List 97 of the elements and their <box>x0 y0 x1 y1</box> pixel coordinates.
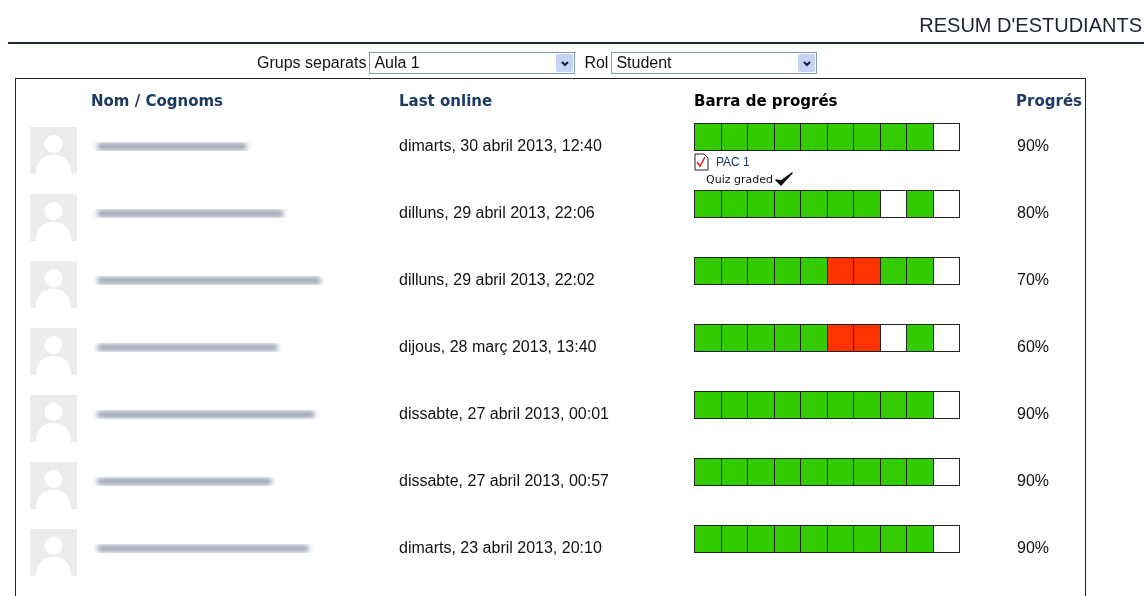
progress-segment[interactable] <box>773 391 801 419</box>
progress-segment[interactable] <box>800 525 828 553</box>
caret-icon <box>559 58 570 68</box>
progress-segment[interactable] <box>932 525 960 553</box>
progress-segment[interactable] <box>694 190 722 218</box>
progress-percent: 90% <box>1017 137 1049 154</box>
progress-segment[interactable] <box>932 458 960 486</box>
progress-percent: 60% <box>1017 338 1049 355</box>
progress-segment[interactable] <box>879 458 907 486</box>
progress-segment[interactable] <box>800 257 828 285</box>
progress-segment[interactable] <box>932 324 960 352</box>
progress-segment[interactable] <box>826 190 854 218</box>
progress-segment[interactable] <box>879 123 907 151</box>
progress-segment[interactable] <box>720 257 748 285</box>
progress-segment[interactable] <box>694 458 722 486</box>
progress-percent: 70% <box>1017 271 1049 288</box>
caret-icon <box>801 58 812 68</box>
progress-segment[interactable] <box>773 525 801 553</box>
activity-link[interactable]: PAC 1 <box>716 155 750 169</box>
progress-segment[interactable] <box>853 391 881 419</box>
progress-segment[interactable] <box>720 190 748 218</box>
progress-segment[interactable] <box>853 190 881 218</box>
progress-segment[interactable] <box>720 391 748 419</box>
progress-segment[interactable] <box>879 190 907 218</box>
progress-segment[interactable] <box>826 458 854 486</box>
progress-percent: 80% <box>1017 204 1049 221</box>
dropdown[interactable]: Aula 1 <box>369 52 576 74</box>
progress-segment[interactable] <box>906 257 934 285</box>
progress-segment[interactable] <box>694 257 722 285</box>
progress-percent: 90% <box>1017 405 1049 422</box>
progress-percent: 90% <box>1017 539 1049 556</box>
progress-segment[interactable] <box>879 257 907 285</box>
progress-segment[interactable] <box>932 391 960 419</box>
column-header-link[interactable]: Progrés <box>1016 92 1082 110</box>
last-online-date: dimarts, 23 abril 2013, 20:10 <box>399 539 602 556</box>
progress-segment[interactable] <box>747 391 775 419</box>
progress-segment[interactable] <box>906 458 934 486</box>
progress-segment[interactable] <box>773 123 801 151</box>
progress-segment[interactable] <box>747 190 775 218</box>
last-online-date: dimarts, 30 abril 2013, 12:40 <box>399 137 602 154</box>
dropdown[interactable]: Student <box>611 52 818 74</box>
last-online-date: dissabte, 27 abril 2013, 00:57 <box>399 472 609 489</box>
progress-segment[interactable] <box>800 324 828 352</box>
progress-segment[interactable] <box>879 324 907 352</box>
progress-segment[interactable] <box>932 257 960 285</box>
progress-segment[interactable] <box>826 257 854 285</box>
column-header-link[interactable]: Nom / Cognoms <box>91 92 223 110</box>
progress-segment[interactable] <box>773 257 801 285</box>
progress-segment[interactable] <box>720 123 748 151</box>
checkmark-icon <box>774 171 793 186</box>
progress-segment[interactable] <box>694 123 722 151</box>
progress-segment[interactable] <box>773 458 801 486</box>
last-online-date: dissabte, 27 abril 2013, 00:01 <box>399 405 609 422</box>
progress-segment[interactable] <box>747 123 775 151</box>
progress-segment[interactable] <box>906 190 934 218</box>
progress-segment[interactable] <box>773 324 801 352</box>
progress-segment[interactable] <box>720 324 748 352</box>
filter-label: Rol <box>584 54 609 72</box>
progress-segment[interactable] <box>853 123 881 151</box>
progress-segment[interactable] <box>720 458 748 486</box>
progress-segment[interactable] <box>906 324 934 352</box>
filter-label: Grups separats <box>257 54 367 72</box>
progress-segment[interactable] <box>694 391 722 419</box>
progress-segment[interactable] <box>826 525 854 553</box>
progress-segment[interactable] <box>826 324 854 352</box>
progress-segment[interactable] <box>932 190 960 218</box>
progress-segment[interactable] <box>826 391 854 419</box>
progress-segment[interactable] <box>800 458 828 486</box>
progress-segment[interactable] <box>932 123 960 151</box>
progress-segment[interactable] <box>773 190 801 218</box>
column-header: Barra de progrés <box>694 92 838 110</box>
progress-percent: 90% <box>1017 472 1049 489</box>
progress-segment[interactable] <box>747 458 775 486</box>
progress-segment[interactable] <box>879 525 907 553</box>
column-header-link[interactable]: Last online <box>399 92 493 110</box>
page-title: RESUM D'ESTUDIANTS <box>919 14 1143 37</box>
progress-segment[interactable] <box>747 257 775 285</box>
document-check-icon <box>694 153 710 171</box>
activity-status: Quiz graded <box>706 173 773 186</box>
progress-segment[interactable] <box>853 525 881 553</box>
progress-segment[interactable] <box>826 123 854 151</box>
progress-segment[interactable] <box>906 391 934 419</box>
progress-segment[interactable] <box>747 324 775 352</box>
last-online-date: dijous, 28 març 2013, 13:40 <box>399 338 597 355</box>
progress-segment[interactable] <box>879 391 907 419</box>
progress-segment[interactable] <box>747 525 775 553</box>
last-online-date: dilluns, 29 abril 2013, 22:06 <box>399 204 595 221</box>
progress-segment[interactable] <box>800 123 828 151</box>
progress-segment[interactable] <box>853 458 881 486</box>
last-online-date: dilluns, 29 abril 2013, 22:02 <box>399 271 595 288</box>
progress-segment[interactable] <box>694 525 722 553</box>
progress-segment[interactable] <box>800 190 828 218</box>
progress-segment[interactable] <box>694 324 722 352</box>
progress-segment[interactable] <box>906 525 934 553</box>
progress-segment[interactable] <box>906 123 934 151</box>
progress-segment[interactable] <box>720 525 748 553</box>
progress-segment[interactable] <box>800 391 828 419</box>
